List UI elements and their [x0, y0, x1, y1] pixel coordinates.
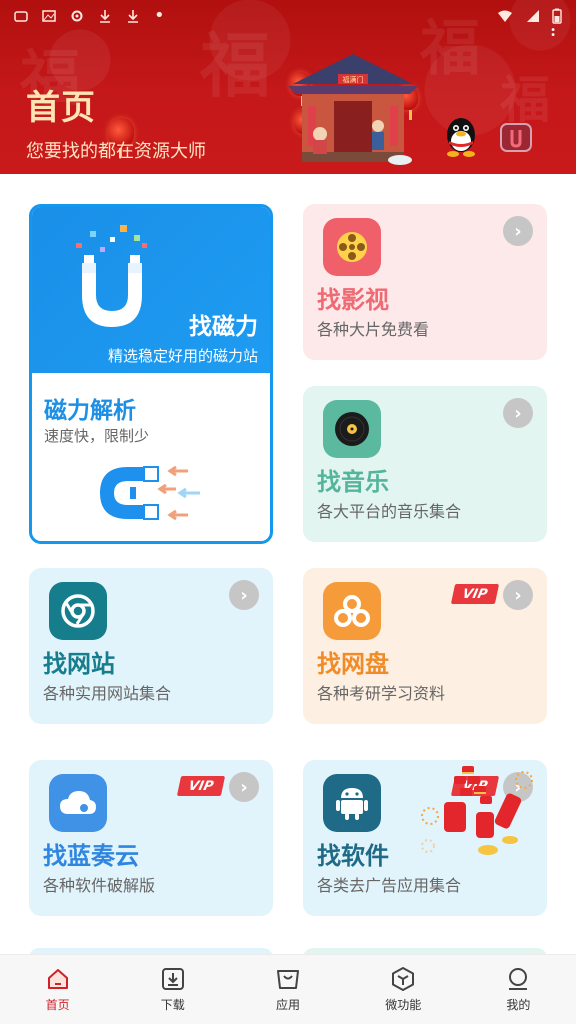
chevron-right-icon[interactable]: › — [503, 580, 533, 610]
header-banner: 福 福 福 福 • • • 福满门 首页 您要找的都在资源大师 — [0, 0, 576, 174]
lanzou-card-desc: 各种软件破解版 — [43, 876, 156, 895]
chevron-right-icon[interactable]: › — [229, 580, 259, 610]
page-title: 首页 — [26, 88, 96, 128]
lanzou-search-card[interactable]: VIP › 找蓝奏云 各种软件破解版 — [29, 760, 273, 916]
software-card-title: 找软件 — [317, 842, 389, 870]
cube-icon — [392, 967, 415, 991]
nav-label: 微功能 — [385, 998, 422, 1012]
signal-icon — [527, 10, 539, 22]
film-reel-icon — [323, 218, 381, 276]
bag-icon — [277, 970, 299, 989]
vinyl-record-icon — [323, 400, 381, 458]
chrome-icon — [49, 582, 107, 640]
magnet-card-desc: 精选稳定好用的磁力站 — [107, 347, 258, 365]
festival-house-illustration: 福满门 — [288, 54, 418, 165]
chevron-right-icon[interactable]: › — [503, 216, 533, 246]
nav-item-micro-features[interactable]: 微功能 — [346, 955, 461, 1024]
dot-icon: • — [154, 5, 165, 26]
image-icon — [42, 10, 56, 22]
software-card-desc: 各类去广告应用集合 — [317, 876, 462, 895]
chevron-right-icon[interactable]: › — [229, 772, 259, 802]
home-icon — [47, 969, 68, 989]
chevron-right-icon[interactable]: › — [503, 398, 533, 428]
download-icon — [128, 10, 138, 23]
cloud-disk-icon — [323, 582, 381, 640]
horseshoe-magnet-icon — [100, 465, 200, 521]
website-search-card[interactable]: › 找网站 各种实用网站集合 — [29, 568, 273, 724]
bottom-navigation: 首页 下载 应用 微功能 我的 — [0, 954, 576, 1024]
notification-icon — [14, 11, 28, 22]
wifi-icon — [498, 10, 512, 22]
nav-label: 下载 — [160, 998, 185, 1012]
status-bar: • — [0, 0, 576, 32]
firecracker-decoration — [421, 766, 533, 855]
download-icon — [161, 968, 184, 990]
nav-label: 我的 — [506, 998, 531, 1012]
vip-badge: VIP — [176, 776, 226, 796]
nav-item-apps[interactable]: 应用 — [230, 955, 345, 1024]
video-card-desc: 各种大片免费看 — [317, 320, 430, 339]
video-search-card[interactable]: › 找影视 各种大片免费看 — [303, 204, 547, 360]
cloud-icon — [49, 774, 107, 832]
netdisk-card-title: 找网盘 — [317, 650, 389, 678]
page-subtitle: 您要找的都在资源大师 — [26, 141, 206, 162]
android-icon — [323, 774, 381, 832]
magnet-parse-desc: 速度快，限制少 — [44, 427, 150, 445]
magnet-card-title: 找磁力 — [189, 314, 258, 340]
gear-icon — [71, 10, 83, 22]
download-icon — [100, 10, 110, 23]
magnet-icon — [76, 225, 147, 327]
nav-label: 首页 — [45, 998, 70, 1012]
more-menu-icon[interactable]: • • — [550, 26, 556, 41]
nav-item-home[interactable]: 首页 — [0, 955, 115, 1024]
netdisk-card-desc: 各种考研学习资料 — [317, 684, 446, 703]
gift-icon[interactable] — [498, 120, 534, 154]
nav-item-download[interactable]: 下载 — [115, 955, 230, 1024]
nav-item-profile[interactable]: 我的 — [461, 955, 576, 1024]
nav-label: 应用 — [276, 998, 301, 1012]
magnet-card-header: 找磁力 精选稳定好用的磁力站 — [32, 207, 270, 373]
house-sign-text: 福满门 — [343, 75, 364, 84]
vip-badge: VIP — [450, 584, 500, 604]
netdisk-search-card[interactable]: VIP › 找网盘 各种考研学习资料 — [303, 568, 547, 724]
website-card-desc: 各种实用网站集合 — [43, 684, 172, 703]
website-card-title: 找网站 — [43, 650, 115, 678]
music-search-card[interactable]: › 找音乐 各大平台的音乐集合 — [303, 386, 547, 542]
lanzou-card-title: 找蓝奏云 — [43, 842, 139, 870]
magnet-search-card[interactable]: 找磁力 精选稳定好用的磁力站 磁力解析 速度快，限制少 — [29, 204, 273, 544]
video-card-title: 找影视 — [317, 286, 389, 314]
music-card-title: 找音乐 — [317, 468, 389, 496]
qq-icon[interactable] — [441, 113, 481, 157]
magnet-parse-title: 磁力解析 — [44, 398, 136, 424]
battery-icon — [552, 8, 562, 24]
user-icon — [509, 968, 528, 990]
music-card-desc: 各大平台的音乐集合 — [317, 502, 462, 521]
